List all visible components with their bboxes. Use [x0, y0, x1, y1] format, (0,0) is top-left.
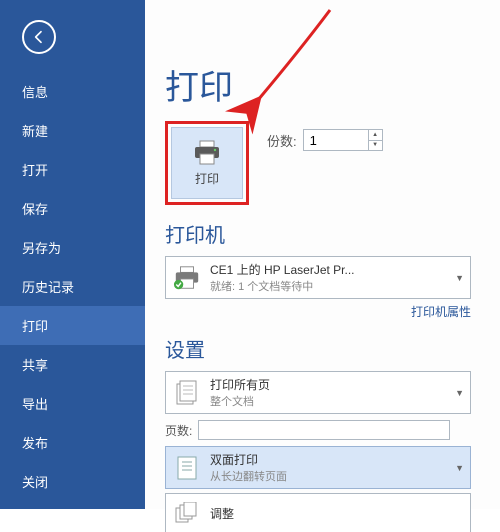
collate-title: 调整 [210, 505, 464, 522]
sidebar-item-publish[interactable]: 发布 [0, 423, 145, 462]
printer-icon [192, 140, 222, 166]
copies-down-button[interactable]: ▼ [369, 141, 382, 151]
sidebar-item-saveas[interactable]: 另存为 [0, 228, 145, 267]
arrow-left-icon [31, 29, 47, 45]
sidebar-item-export[interactable]: 导出 [0, 384, 145, 423]
copies-spinner[interactable]: ▲ ▼ [303, 129, 383, 151]
chevron-down-icon: ▼ [455, 463, 464, 473]
chevron-down-icon: ▼ [455, 388, 464, 398]
sidebar-item-save[interactable]: 保存 [0, 189, 145, 228]
print-button-label: 打印 [195, 170, 219, 187]
sidebar-item-info[interactable]: 信息 [0, 72, 145, 111]
printer-status: 就绪: 1 个文档等待中 [210, 278, 451, 294]
sidebar-item-history[interactable]: 历史记录 [0, 267, 145, 306]
chevron-down-icon: ▼ [455, 273, 464, 283]
collate-icon [172, 498, 202, 528]
print-panel: 打印 打印 份数: ▲ ▼ 打印机 [145, 0, 500, 509]
page-title: 打印 [165, 60, 500, 109]
scope-sub: 整个文档 [210, 393, 451, 409]
pages-icon [172, 378, 202, 408]
printer-name: CE1 上的 HP LaserJet Pr... [210, 261, 451, 278]
collate-dropdown[interactable]: 调整 [165, 493, 471, 532]
printer-dropdown[interactable]: CE1 上的 HP LaserJet Pr... 就绪: 1 个文档等待中 ▼ [165, 256, 471, 299]
sidebar-item-close[interactable]: 关闭 [0, 462, 145, 501]
pages-input[interactable] [198, 420, 450, 440]
duplex-title: 双面打印 [210, 451, 451, 468]
sidebar-item-share[interactable]: 共享 [0, 345, 145, 384]
pages-label: 页数: [165, 422, 192, 439]
sidebar-item-new[interactable]: 新建 [0, 111, 145, 150]
scope-title: 打印所有页 [210, 376, 451, 393]
backstage-sidebar: 信息 新建 打开 保存 另存为 历史记录 打印 共享 导出 发布 关闭 [0, 0, 145, 509]
printer-heading: 打印机 [165, 219, 500, 248]
annotation-highlight: 打印 [165, 121, 249, 205]
copies-up-button[interactable]: ▲ [369, 130, 382, 141]
sidebar-item-print[interactable]: 打印 [0, 306, 145, 345]
duplex-icon [172, 453, 202, 483]
duplex-sub: 从长边翻转页面 [210, 468, 451, 484]
print-button[interactable]: 打印 [171, 127, 243, 199]
settings-heading: 设置 [165, 334, 500, 363]
print-scope-dropdown[interactable]: 打印所有页 整个文档 ▼ [165, 371, 471, 414]
printer-status-icon [172, 263, 202, 293]
printer-properties-link[interactable]: 打印机属性 [411, 305, 471, 319]
sidebar-item-open[interactable]: 打开 [0, 150, 145, 189]
copies-label: 份数: [267, 131, 297, 150]
duplex-dropdown[interactable]: 双面打印 从长边翻转页面 ▼ [165, 446, 471, 489]
copies-input[interactable] [304, 130, 368, 150]
back-button[interactable] [22, 20, 56, 54]
